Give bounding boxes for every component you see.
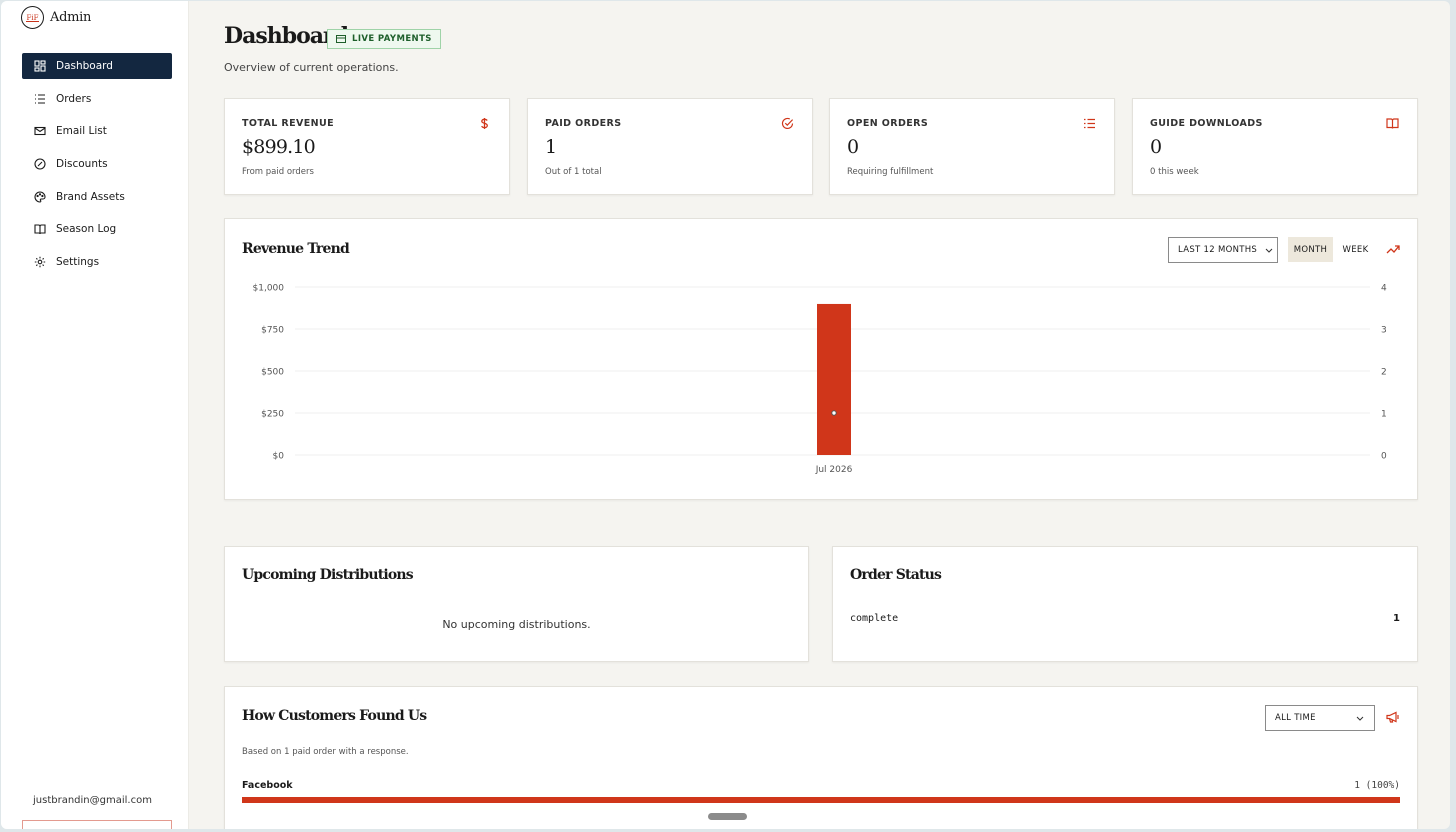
logo-text: FiF [26, 13, 39, 22]
badge-label: LIVE PAYMENTS [352, 34, 432, 44]
book-icon [34, 224, 46, 235]
app-window: FiF Admin Dashboard Orders Email List Di… [1, 1, 1450, 829]
stat-sub: Out of 1 total [545, 167, 602, 177]
revenue-bar [817, 303, 851, 455]
stat-value: 0 [847, 136, 859, 158]
revenue-chart: $0 0 $250 1 $500 2 $750 3 $1,000 4 Jul 2026 [253, 284, 1388, 476]
acquisition-title: How Customers Found Us [242, 708, 427, 724]
book-icon [1386, 118, 1399, 129]
page-subtitle: Overview of current operations. [224, 61, 399, 74]
list-icon [35, 94, 45, 104]
sidebar-item-label: Season Log [56, 223, 117, 236]
acquisition-caption: Based on 1 paid order with a response. [242, 747, 409, 757]
sidebar-item-dashboard[interactable]: Dashboard [22, 53, 172, 79]
acquisition-range-select[interactable]: ALL TIME [1265, 705, 1375, 731]
upcoming-distributions-title: Upcoming Distributions [242, 567, 414, 583]
discount-icon [34, 158, 46, 170]
y-right-tick-label: 1 [1381, 410, 1387, 420]
y-right-tick-label: 2 [1381, 368, 1387, 378]
user-email: justbrandin@gmail.com [33, 795, 152, 806]
stat-label: GUIDE DOWNLOADS [1150, 118, 1263, 129]
status-key: complete [850, 613, 899, 624]
y-right-tick-label: 0 [1381, 452, 1387, 462]
revenue-trend-card: Revenue Trend LAST 12 MONTHS MONTH WEEK … [224, 218, 1418, 500]
chevron-down-icon [1356, 716, 1364, 721]
check-circle-icon [781, 117, 794, 130]
sidebar-item-settings[interactable]: Settings [22, 249, 172, 275]
sidebar-item-email-list[interactable]: Email List [22, 118, 172, 144]
x-tick-label: Jul 2026 [815, 465, 853, 475]
logout-button[interactable] [22, 820, 172, 829]
dashboard-icon [34, 60, 46, 72]
gear-icon [34, 256, 46, 268]
status-row: complete 1 [850, 613, 1400, 624]
megaphone-icon [1386, 711, 1399, 723]
sidebar-item-label: Discounts [56, 158, 108, 171]
sidebar-item-label: Email List [56, 125, 107, 138]
stat-label: OPEN ORDERS [847, 118, 929, 129]
list-icon [1084, 118, 1095, 129]
y-left-tick-label: $1,000 [253, 284, 285, 294]
stat-label: PAID ORDERS [545, 118, 622, 129]
brand[interactable]: FiF Admin [21, 6, 91, 29]
live-payments-badge: LIVE PAYMENTS [327, 29, 441, 49]
sidebar-item-label: Brand Assets [56, 190, 125, 203]
stat-value: 1 [545, 136, 557, 158]
stat-sub: 0 this week [1150, 167, 1199, 177]
dollar-icon [481, 118, 488, 129]
source-bar-track [242, 797, 1400, 803]
stat-card-paid-orders: PAID ORDERS 1 Out of 1 total [527, 98, 813, 195]
sidebar-item-brand-assets[interactable]: Brand Assets [22, 184, 172, 210]
palette-icon [34, 191, 46, 203]
sidebar-nav: Dashboard Orders Email List Discounts Br… [22, 53, 172, 282]
brand-name: Admin [50, 10, 92, 25]
upcoming-distributions-card: Upcoming Distributions No upcoming distr… [224, 546, 809, 662]
y-left-tick-label: $0 [273, 452, 285, 462]
y-left-tick-label: $250 [261, 410, 284, 420]
order-status-card: Order Status complete 1 [832, 546, 1418, 662]
card-icon [336, 35, 346, 43]
y-left-tick-label: $500 [261, 368, 284, 378]
stat-label: TOTAL REVENUE [242, 118, 335, 129]
select-value: ALL TIME [1275, 713, 1316, 723]
sidebar-item-orders[interactable]: Orders [22, 86, 172, 112]
stat-card-guide-downloads: GUIDE DOWNLOADS 0 0 this week [1132, 98, 1418, 195]
stat-value: 0 [1150, 136, 1162, 158]
y-right-tick-label: 4 [1381, 284, 1387, 294]
y-left-tick-label: $750 [261, 326, 284, 336]
sidebar-item-discounts[interactable]: Discounts [22, 151, 172, 177]
sidebar-item-label: Dashboard [56, 60, 113, 72]
sidebar-item-label: Settings [56, 256, 100, 269]
acquisition-card: How Customers Found Us ALL TIME Based on… [224, 686, 1418, 829]
empty-state: No upcoming distributions. [442, 618, 591, 631]
stat-sub: Requiring fulfillment [847, 167, 934, 177]
stat-sub: From paid orders [242, 167, 314, 177]
status-count: 1 [1393, 613, 1400, 624]
y-right-tick-label: 3 [1381, 326, 1387, 336]
mail-icon [34, 127, 46, 136]
sidebar-item-label: Orders [56, 92, 92, 105]
stat-card-total-revenue: TOTAL REVENUE $899.10 From paid orders [224, 98, 510, 195]
scroll-handle[interactable] [708, 813, 747, 820]
sidebar-item-season-log[interactable]: Season Log [22, 216, 172, 242]
order-status-title: Order Status [850, 567, 942, 583]
source-name: Facebook [242, 780, 293, 791]
source-bar-fill [242, 797, 1400, 803]
sidebar: FiF Admin Dashboard Orders Email List Di… [1, 1, 189, 829]
stat-card-open-orders: OPEN ORDERS 0 Requiring fulfillment [829, 98, 1115, 195]
stat-value: $899.10 [242, 136, 316, 158]
source-count: 1 (100%) [1354, 780, 1400, 791]
logo-icon: FiF [21, 6, 44, 29]
source-row: Facebook 1 (100%) [242, 780, 1400, 791]
main-content: Dashboard LIVE PAYMENTS Overview of curr… [189, 1, 1450, 829]
order-count-point [831, 410, 837, 416]
